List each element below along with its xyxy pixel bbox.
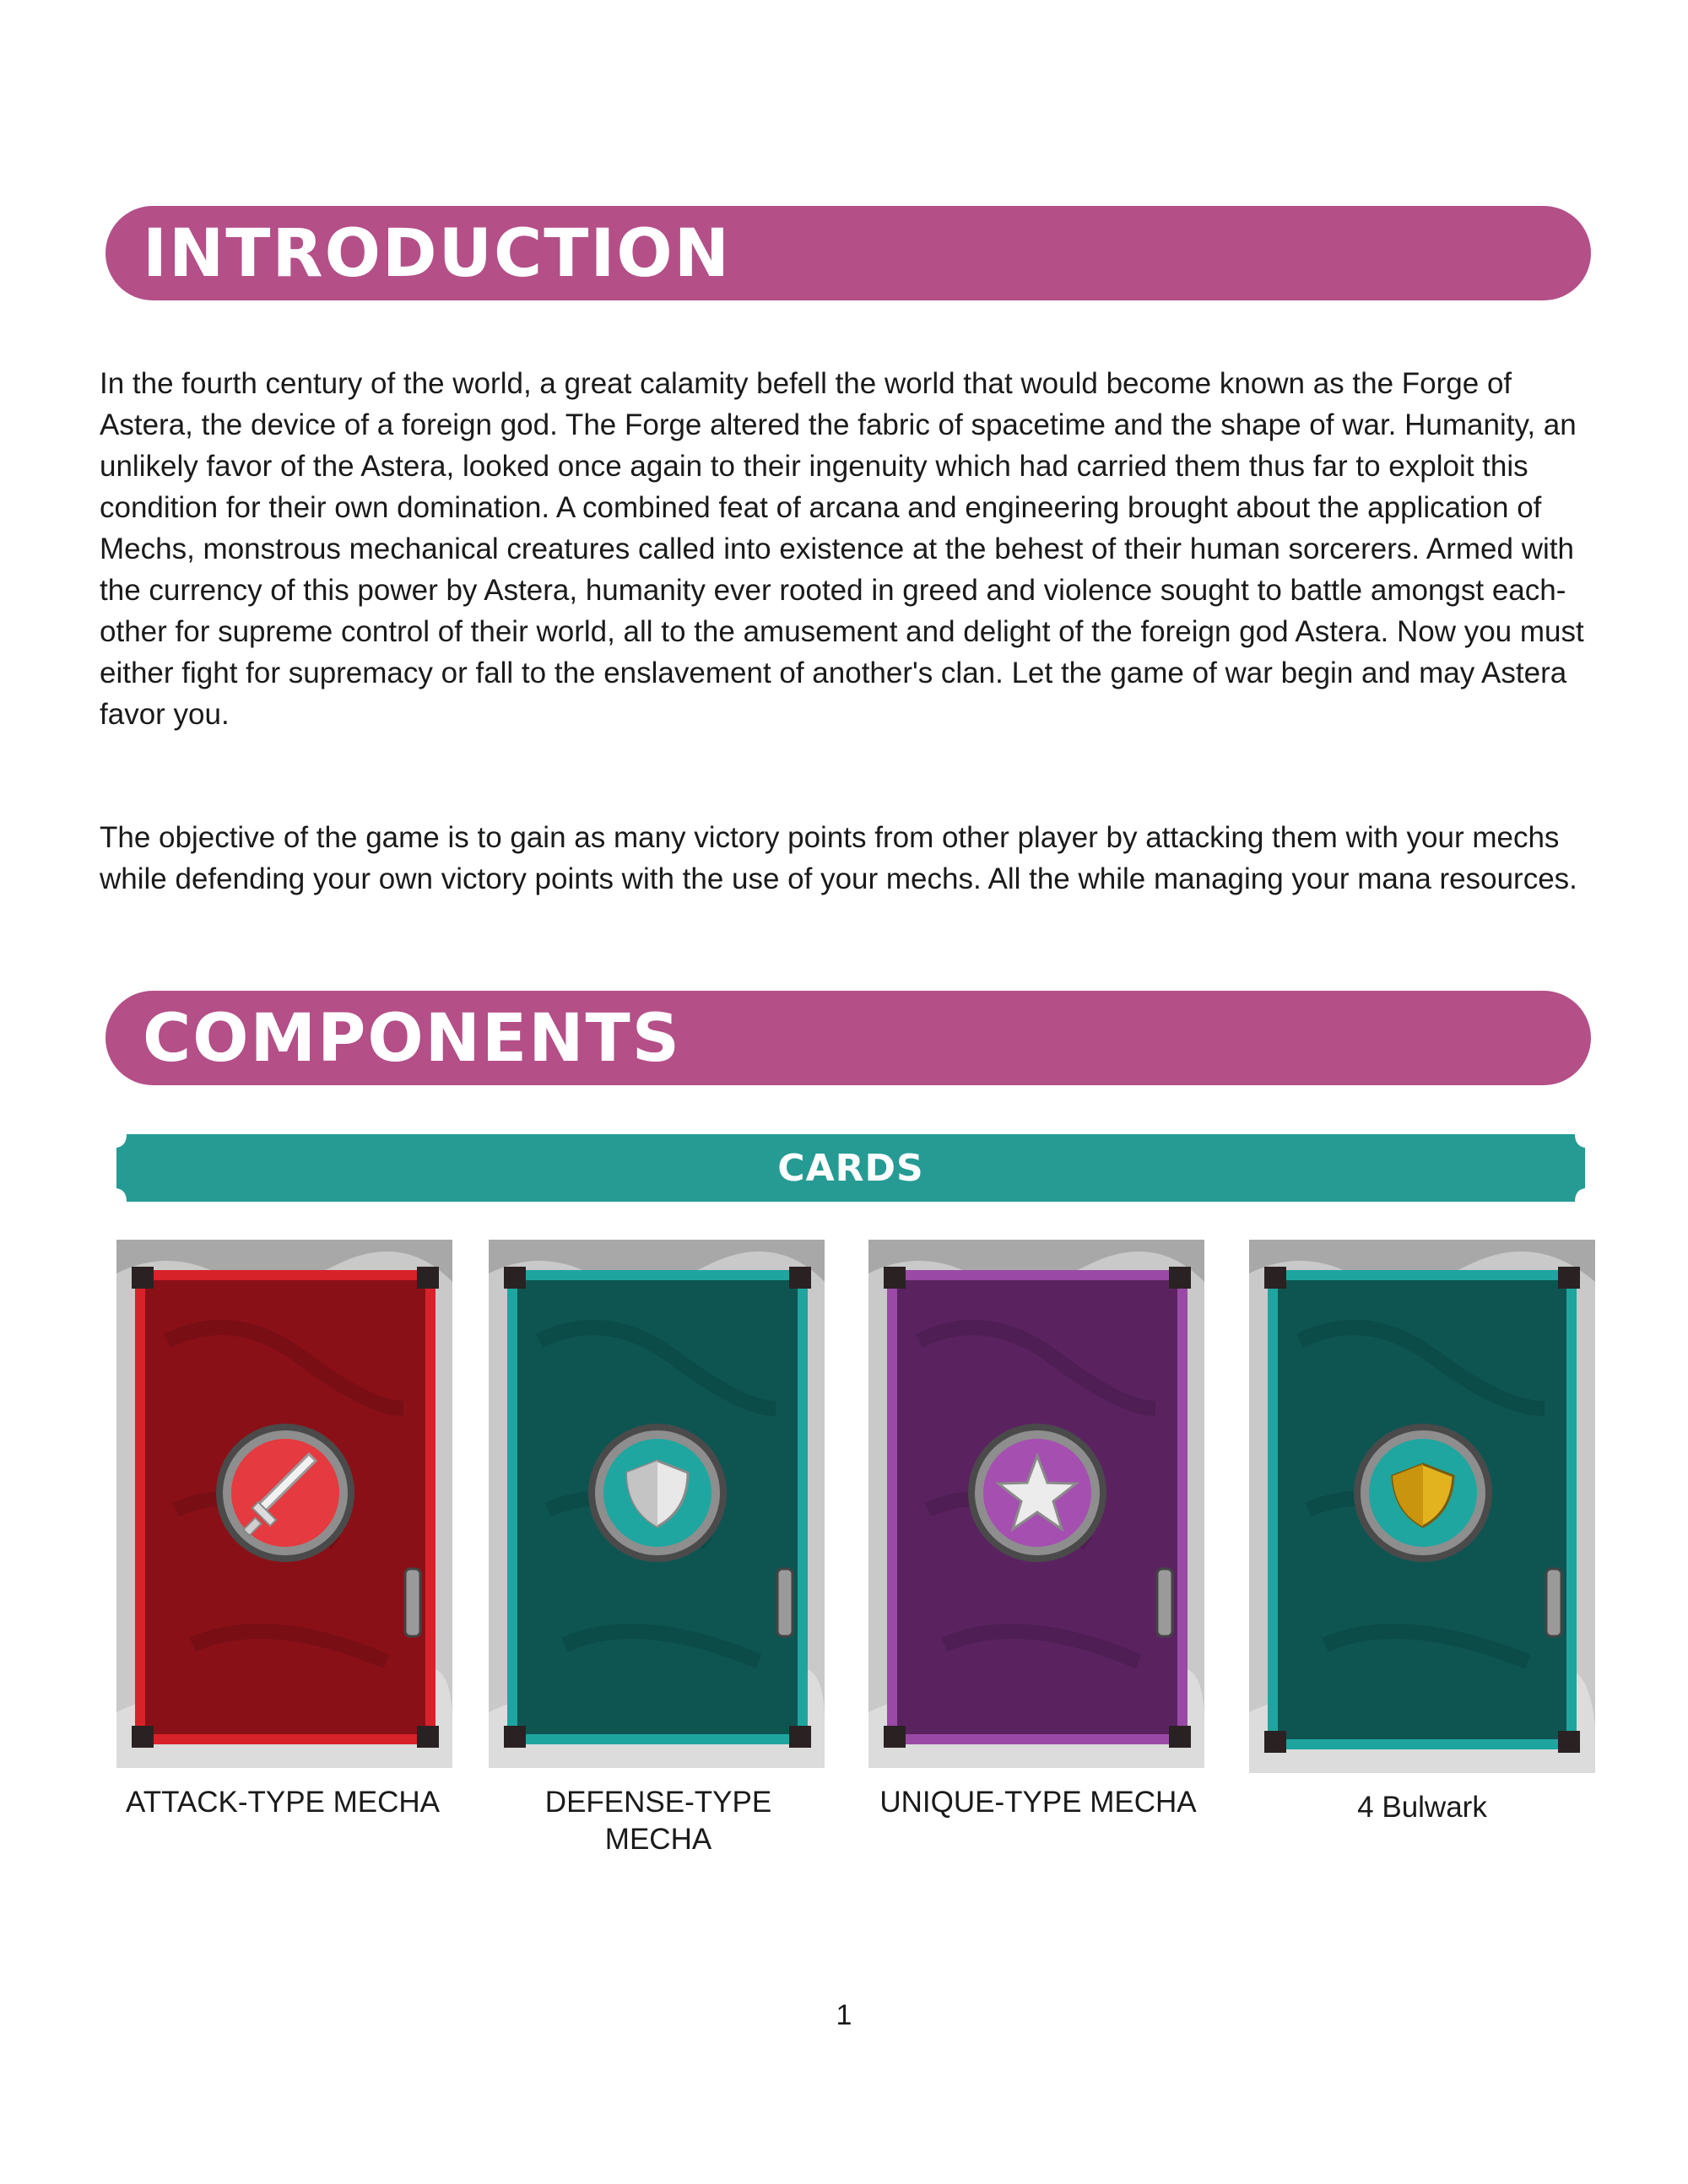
card-caption: ATTACK-TYPE MECHA — [125, 1786, 441, 1819]
bulwark-card — [1249, 1240, 1595, 1773]
cards-banner: CARDS — [116, 1134, 1585, 1202]
card-caption: 4 Bulwark — [1357, 1791, 1487, 1824]
introduction-banner: INTRODUCTION — [106, 206, 1591, 300]
card-caption: DEFENSE-TYPE MECHA — [544, 1786, 772, 1856]
components-title: COMPONENTS — [143, 1001, 681, 1077]
defense-mecha-card — [489, 1240, 825, 1768]
attack-mecha-card — [116, 1240, 452, 1768]
objective-paragraph: The objective of the game is to gain as … — [100, 821, 1577, 895]
card-caption: UNIQUE-TYPE MECHA — [879, 1786, 1197, 1819]
page-number: 1 — [836, 1999, 852, 2031]
unique-mecha-card — [868, 1240, 1204, 1768]
cards-heading: CARDS — [777, 1147, 924, 1190]
components-banner: COMPONENTS — [106, 991, 1591, 1085]
introduction-paragraph: In the fourth century of the world, a gr… — [100, 367, 1584, 731]
introduction-title: INTRODUCTION — [143, 216, 732, 292]
